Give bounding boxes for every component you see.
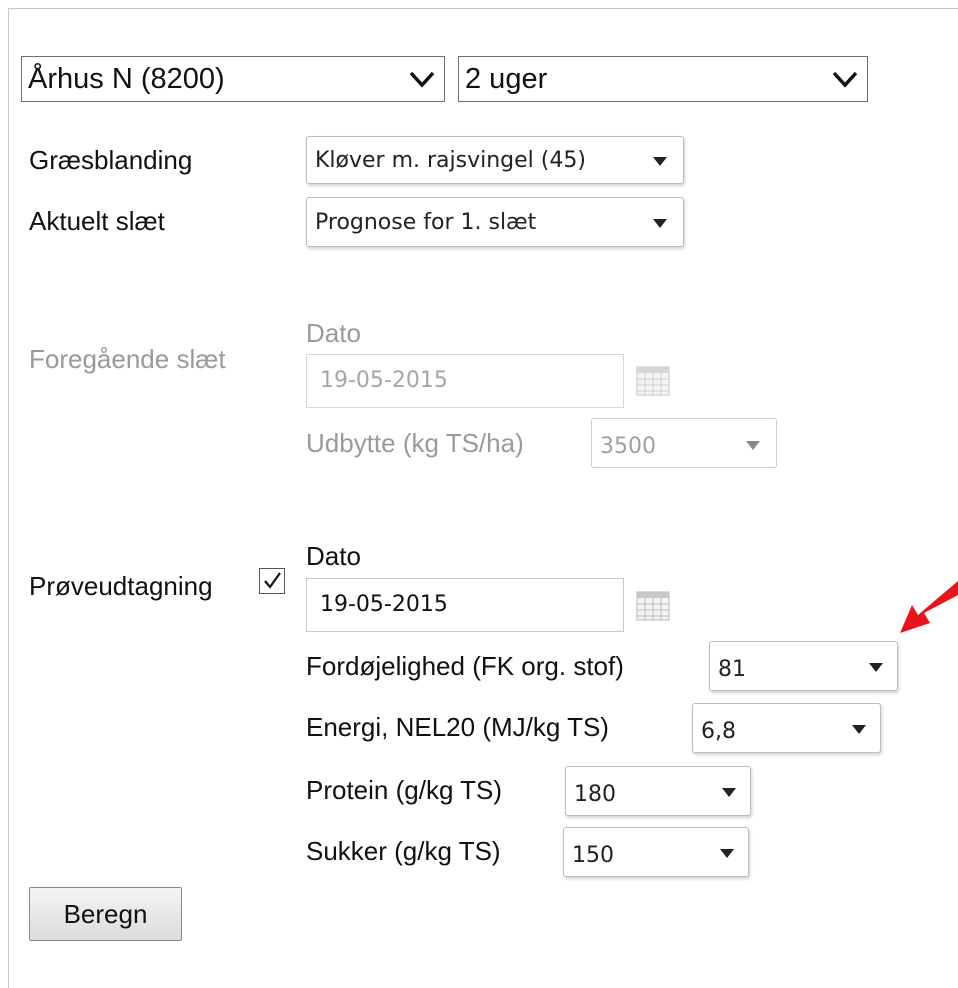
grass-mix-value: Kløver m. rajsvingel (45) <box>315 148 586 173</box>
chevron-down-icon <box>409 71 435 88</box>
caret-down-icon <box>869 663 883 672</box>
previous-cut-yield-label: Udbytte (kg TS/ha) <box>306 428 524 458</box>
current-cut-select[interactable]: Prognose for 1. slæt <box>306 197 684 247</box>
checkmark-icon <box>264 572 281 589</box>
digestibility-select[interactable]: 81 <box>709 641 898 691</box>
energy-select[interactable]: 6,8 <box>692 703 881 753</box>
sampling-checkbox[interactable] <box>259 568 285 594</box>
sugar-label: Sukker (g/kg TS) <box>306 836 501 866</box>
caret-down-icon <box>746 441 760 450</box>
sampling-date-field[interactable]: 19-05-2015 <box>306 578 624 632</box>
sugar-value: 150 <box>572 843 614 868</box>
period-select[interactable]: 2 uger <box>458 56 868 102</box>
sampling-label: Prøveudtagning <box>29 571 213 601</box>
calculate-button-label: Beregn <box>63 899 148 929</box>
location-select[interactable]: Århus N (8200) <box>21 56 445 102</box>
caret-down-icon <box>653 157 667 166</box>
caret-down-icon <box>852 725 866 734</box>
caret-down-icon <box>720 849 734 858</box>
red-arrow-icon <box>900 581 958 633</box>
sampling-date-label: Dato <box>306 541 361 571</box>
protein-select[interactable]: 180 <box>565 766 751 816</box>
previous-cut-date-value: 19-05-2015 <box>320 368 448 393</box>
calendar-icon[interactable] <box>636 591 670 621</box>
grass-mix-label: Græsblanding <box>29 145 193 175</box>
digestibility-value: 81 <box>718 657 746 682</box>
previous-cut-label: Foregående slæt <box>29 344 226 374</box>
location-select-value: Århus N (8200) <box>28 63 225 95</box>
energy-value: 6,8 <box>701 719 736 744</box>
current-cut-label: Aktuelt slæt <box>29 206 165 236</box>
sampling-date-value: 19-05-2015 <box>320 592 448 617</box>
current-cut-value: Prognose for 1. slæt <box>315 210 537 235</box>
caret-down-icon <box>653 219 667 228</box>
protein-value: 180 <box>574 782 616 807</box>
previous-cut-yield-select[interactable]: 3500 <box>591 418 777 468</box>
panel-border-top <box>8 8 958 9</box>
grass-mix-select[interactable]: Kløver m. rajsvingel (45) <box>306 136 684 184</box>
digestibility-label: Fordøjelighed (FK org. stof) <box>306 651 624 681</box>
calculate-button[interactable]: Beregn <box>29 887 182 941</box>
caret-down-icon <box>722 788 736 797</box>
sugar-select[interactable]: 150 <box>563 827 749 877</box>
previous-cut-date-field[interactable]: 19-05-2015 <box>306 354 624 408</box>
protein-label: Protein (g/kg TS) <box>306 775 503 805</box>
panel-border-left <box>8 8 9 988</box>
calendar-icon[interactable] <box>636 366 670 396</box>
energy-label: Energi, NEL20 (MJ/kg TS) <box>306 712 609 742</box>
previous-cut-yield-value: 3500 <box>600 434 656 459</box>
chevron-down-icon <box>832 71 858 88</box>
period-select-value: 2 uger <box>465 63 548 95</box>
previous-cut-date-label: Dato <box>306 318 361 348</box>
